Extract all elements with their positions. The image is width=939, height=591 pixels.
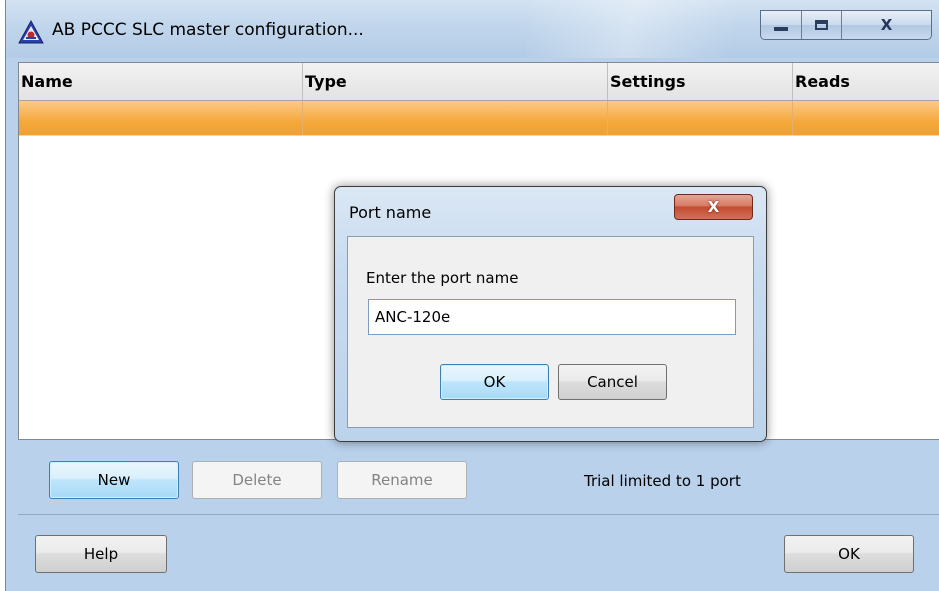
column-header-settings[interactable]: Settings: [608, 63, 793, 100]
table-row[interactable]: [19, 101, 939, 136]
title-bar[interactable]: AB PCCC SLC master configuration... X: [6, 0, 939, 58]
delete-button[interactable]: Delete: [192, 461, 322, 499]
rename-button[interactable]: Rename: [337, 461, 467, 499]
cell-type: [303, 101, 608, 135]
app-logo-icon: [18, 20, 44, 44]
title-bar-glass: [526, 0, 786, 58]
column-header-reads[interactable]: Reads: [793, 63, 939, 100]
trial-limit-text: Trial limited to 1 port: [584, 472, 741, 490]
new-button[interactable]: New: [49, 461, 179, 499]
minimize-button[interactable]: [761, 11, 802, 39]
maximize-button[interactable]: [802, 11, 842, 39]
close-icon: X: [880, 16, 893, 34]
port-name-dialog: Port name X Enter the port name OK Cance…: [334, 186, 767, 442]
cell-reads: [793, 101, 939, 135]
dialog-title: Port name: [349, 203, 432, 222]
port-name-input[interactable]: [368, 299, 736, 335]
cell-name: [19, 101, 303, 135]
close-button[interactable]: X: [842, 11, 931, 39]
help-button[interactable]: Help: [35, 535, 167, 573]
dialog-ok-button[interactable]: OK: [440, 364, 549, 400]
table-header: Name Type Settings Reads: [19, 63, 939, 101]
maximize-icon: [815, 20, 828, 30]
cell-settings: [608, 101, 793, 135]
dialog-body: Enter the port name OK Cancel: [347, 236, 754, 428]
footer-divider: [18, 514, 939, 515]
caption-buttons: X: [760, 10, 932, 40]
dialog-close-icon: X: [707, 198, 720, 216]
dialog-close-button[interactable]: X: [674, 194, 753, 220]
window-title: AB PCCC SLC master configuration...: [52, 20, 364, 40]
ok-button[interactable]: OK: [784, 535, 914, 573]
column-header-type[interactable]: Type: [303, 63, 608, 100]
column-header-name[interactable]: Name: [19, 63, 303, 100]
dialog-prompt: Enter the port name: [366, 269, 519, 287]
dialog-cancel-button[interactable]: Cancel: [558, 364, 667, 400]
minimize-icon: [774, 27, 788, 31]
